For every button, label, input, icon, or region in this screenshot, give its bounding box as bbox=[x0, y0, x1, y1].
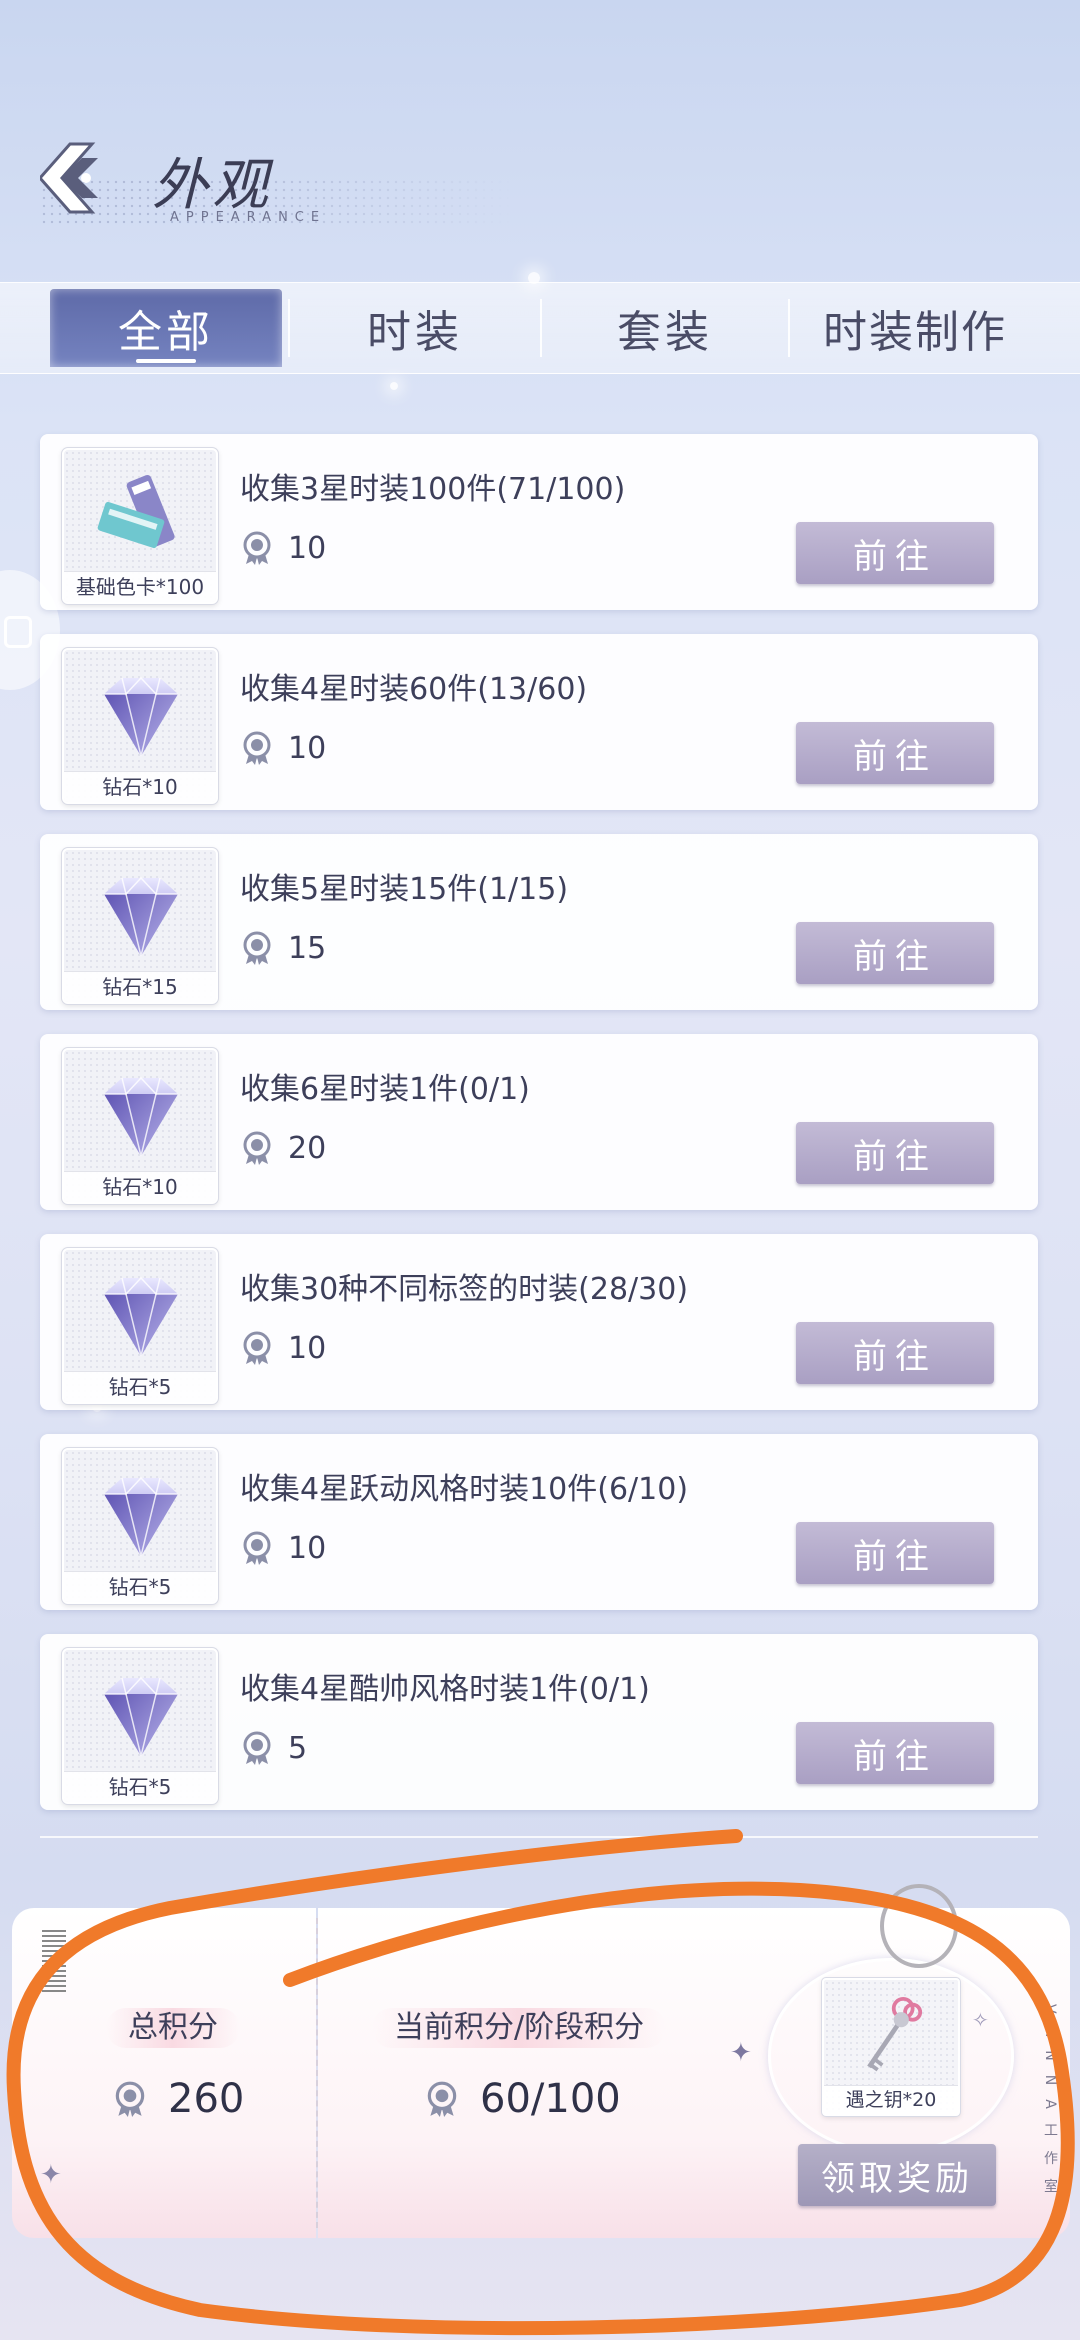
task-points: 10 bbox=[240, 730, 326, 766]
diamond-icon bbox=[86, 1272, 196, 1362]
page-title: 外观 bbox=[152, 153, 272, 218]
task-title: 收集5星时装15件(1/15) bbox=[240, 872, 569, 907]
medal-icon bbox=[243, 731, 271, 765]
task-points: 20 bbox=[240, 1130, 326, 1166]
stage-reward-label: 遇之钥*20 bbox=[824, 2085, 958, 2114]
medal-icon bbox=[115, 2081, 145, 2117]
task-card: 钻石*10 收集4星时装60件(13/60) 10 前往 bbox=[40, 634, 1038, 810]
medal-icon bbox=[243, 1731, 271, 1765]
task-reward-item[interactable]: 钻石*10 bbox=[62, 1048, 218, 1204]
go-button[interactable]: 前往 bbox=[796, 1722, 994, 1784]
task-card: 钻石*5 收集30种不同标签的时装(28/30) 10 前往 bbox=[40, 1234, 1038, 1410]
task-reward-label: 钻石*10 bbox=[64, 771, 216, 802]
task-points: 10 bbox=[240, 530, 326, 566]
sparkle-icon: ✦ bbox=[40, 2160, 62, 2190]
tab-bar: 全部 时装 套装 时装制作 bbox=[0, 282, 1080, 374]
task-reward-item[interactable]: 钻石*15 bbox=[62, 848, 218, 1004]
task-title: 收集30种不同标签的时装(28/30) bbox=[240, 1272, 689, 1307]
task-points-value: 20 bbox=[288, 1130, 327, 1166]
task-card: 钻石*15 收集5星时装15件(1/15) 15 前往 bbox=[40, 834, 1038, 1010]
task-reward-label: 钻石*15 bbox=[64, 971, 216, 1002]
task-points: 10 bbox=[240, 1530, 326, 1566]
studio-side-text: VANNA工作室 bbox=[1042, 2004, 1058, 2207]
task-points: 15 bbox=[240, 930, 326, 966]
task-title: 收集3星时装100件(71/100) bbox=[240, 472, 626, 507]
diamond-icon bbox=[86, 872, 196, 962]
diamond-icon bbox=[86, 672, 196, 762]
task-points-value: 5 bbox=[288, 1730, 308, 1766]
diamond-icon bbox=[86, 1672, 196, 1762]
task-reward-item[interactable]: 钻石*5 bbox=[62, 1448, 218, 1604]
task-title: 收集4星跃动风格时装10件(6/10) bbox=[240, 1472, 689, 1507]
total-points-stub: 总积分 260 ✦ bbox=[12, 1908, 316, 2238]
current-stage-points-value: 60/100 bbox=[480, 2076, 621, 2122]
task-title: 收集6星时装1件(0/1) bbox=[240, 1072, 530, 1107]
medal-icon bbox=[243, 1531, 271, 1565]
task-reward-label: 钻石*5 bbox=[64, 1371, 216, 1402]
task-title: 收集4星时装60件(13/60) bbox=[240, 672, 588, 707]
task-card: 钻石*5 收集4星跃动风格时装10件(6/10) 10 前往 bbox=[40, 1434, 1038, 1610]
points-summary-panel: 总积分 260 ✦ 当前积分/阶段积分 60/100 ✦ ✧ 遇之钥*20 领取… bbox=[12, 1884, 1070, 2238]
list-divider bbox=[40, 1836, 1038, 1838]
go-button[interactable]: 前往 bbox=[796, 1322, 994, 1384]
tab-outfit-making[interactable]: 时装制作 bbox=[790, 289, 1040, 367]
sparkle-icon: ✦ bbox=[730, 2038, 752, 2068]
task-reward-label: 基础色卡*100 bbox=[64, 571, 216, 602]
task-points-value: 10 bbox=[288, 530, 327, 566]
go-button[interactable]: 前往 bbox=[796, 1122, 994, 1184]
current-stage-points-label: 当前积分/阶段积分 bbox=[372, 2008, 667, 2048]
task-card: 钻石*5 收集4星酷帅风格时装1件(0/1) 5 前往 bbox=[40, 1634, 1038, 1810]
task-card: 钻石*10 收集6星时装1件(0/1) 20 前往 bbox=[40, 1034, 1038, 1210]
task-reward-label: 钻石*10 bbox=[64, 1171, 216, 1202]
task-points: 10 bbox=[240, 1330, 326, 1366]
barcode-graphic bbox=[42, 1930, 66, 1994]
page-subtitle: APPEARANCE bbox=[170, 210, 327, 225]
total-points-label: 总积分 bbox=[106, 2008, 240, 2048]
back-arrow-icon[interactable] bbox=[37, 138, 140, 218]
task-points-value: 10 bbox=[288, 1530, 327, 1566]
color-card-icon bbox=[86, 472, 196, 562]
diamond-icon bbox=[86, 1072, 196, 1162]
medal-icon bbox=[243, 531, 271, 565]
medal-icon bbox=[427, 2081, 457, 2117]
task-points-value: 10 bbox=[288, 730, 327, 766]
stage-reward-item[interactable]: 遇之钥*20 bbox=[822, 1978, 960, 2116]
task-reward-item[interactable]: 钻石*10 bbox=[62, 648, 218, 804]
go-button[interactable]: 前往 bbox=[796, 722, 994, 784]
medal-icon bbox=[243, 1131, 271, 1165]
task-card: 基础色卡*100 收集3星时装100件(71/100) 10 前往 bbox=[40, 434, 1038, 610]
tab-sets[interactable]: 套装 bbox=[542, 289, 788, 367]
medal-icon bbox=[243, 931, 271, 965]
go-button[interactable]: 前往 bbox=[796, 1522, 994, 1584]
claim-reward-button[interactable]: 领取奖励 bbox=[798, 2144, 996, 2206]
task-points: 5 bbox=[240, 1730, 307, 1766]
go-button[interactable]: 前往 bbox=[796, 922, 994, 984]
medal-icon bbox=[243, 1331, 271, 1365]
total-points-score: 260 bbox=[112, 2076, 244, 2122]
key-icon bbox=[867, 1997, 923, 2072]
go-button[interactable]: 前往 bbox=[796, 522, 994, 584]
sparkle-icon: ✧ bbox=[972, 2008, 989, 2032]
task-reward-item[interactable]: 钻石*5 bbox=[62, 1648, 218, 1804]
task-title: 收集4星酷帅风格时装1件(0/1) bbox=[240, 1672, 650, 1707]
task-reward-item[interactable]: 基础色卡*100 bbox=[62, 448, 218, 604]
keychain-ring-icon bbox=[880, 1884, 958, 1968]
task-reward-label: 钻石*5 bbox=[64, 1571, 216, 1602]
task-reward-item[interactable]: 钻石*5 bbox=[62, 1248, 218, 1404]
tab-all[interactable]: 全部 bbox=[50, 289, 282, 367]
diamond-icon bbox=[86, 1472, 196, 1562]
page-header: 外观 APPEARANCE bbox=[37, 130, 510, 240]
tab-outfits[interactable]: 时装 bbox=[290, 289, 540, 367]
task-points-value: 10 bbox=[288, 1330, 327, 1366]
total-points-value: 260 bbox=[168, 2076, 245, 2122]
current-stage-points-score: 60/100 bbox=[424, 2076, 621, 2122]
task-points-value: 15 bbox=[288, 930, 327, 966]
task-reward-label: 钻石*5 bbox=[64, 1771, 216, 1802]
